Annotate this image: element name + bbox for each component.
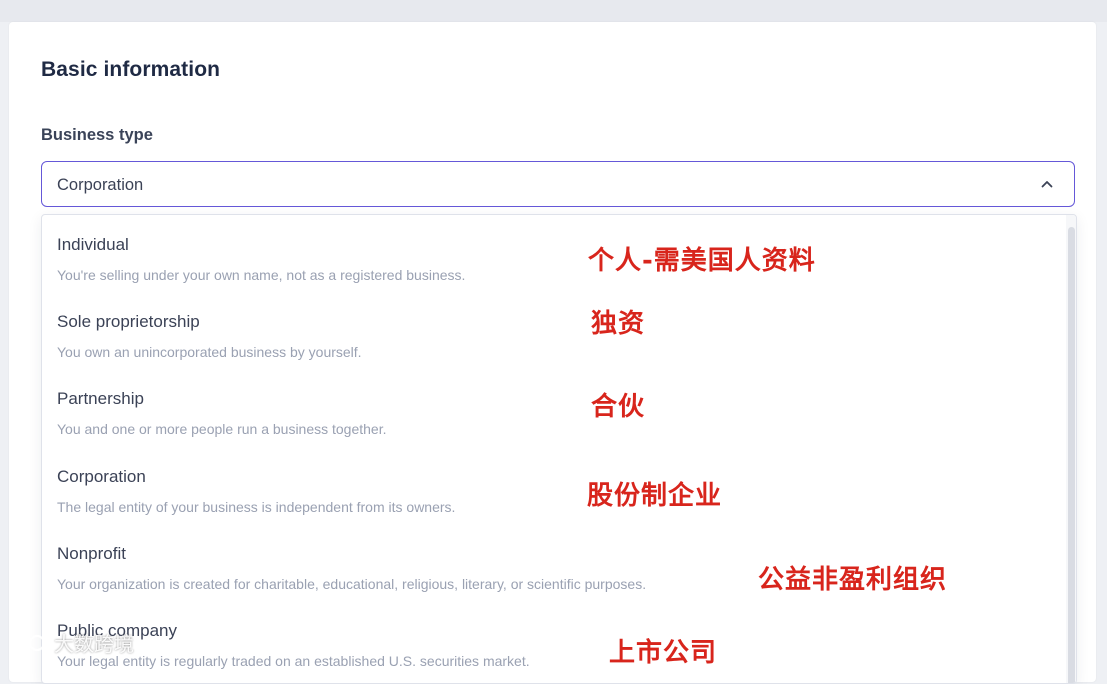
- section-title: Basic information: [41, 58, 221, 81]
- business-type-dropdown: Individual You're selling under your own…: [41, 214, 1077, 684]
- option-description: You own an unincorporated business by yo…: [57, 344, 362, 360]
- option-partnership[interactable]: Partnership You and one or more people r…: [42, 377, 1062, 454]
- option-description: Your organization is created for charita…: [57, 576, 647, 592]
- option-description: The legal entity of your business is ind…: [57, 499, 456, 515]
- option-description: You and one or more people run a busines…: [57, 421, 387, 437]
- annotation-sole-proprietorship: 独资: [591, 309, 646, 339]
- annotation-corporation: 股份制企业: [587, 481, 723, 511]
- watermark-text: 大数跨境: [54, 632, 134, 656]
- option-title: Individual: [57, 235, 129, 254]
- option-description: You're selling under your own name, not …: [57, 267, 466, 283]
- annotation-public-company: 上市公司: [609, 638, 718, 668]
- selected-business-type: Corporation: [57, 176, 144, 194]
- business-type-label: Business type: [41, 126, 153, 144]
- option-title: Partnership: [57, 389, 144, 408]
- watermark-logo-icon: [9, 634, 46, 651]
- option-public-company[interactable]: Public company Your legal entity is regu…: [42, 609, 1062, 683]
- option-corporation[interactable]: Corporation The legal entity of your bus…: [42, 455, 1062, 532]
- option-title: Corporation: [57, 467, 146, 486]
- annotation-nonprofit: 公益非盈利组织: [758, 565, 948, 595]
- option-individual[interactable]: Individual You're selling under your own…: [42, 223, 1062, 300]
- annotation-partnership: 合伙: [591, 392, 646, 422]
- annotation-individual: 个人-需美国人资料: [588, 246, 816, 276]
- chevron-up-icon: [1041, 181, 1053, 188]
- option-title: Nonprofit: [57, 544, 126, 563]
- business-type-select[interactable]: Corporation: [41, 161, 1075, 207]
- watermark: 大数跨境: [6, 628, 134, 657]
- top-bar: [0, 0, 1107, 22]
- option-title: Sole proprietorship: [57, 312, 200, 331]
- dropdown-scrollbar[interactable]: [1066, 215, 1076, 683]
- scrollbar-thumb[interactable]: [1068, 227, 1075, 683]
- option-sole-proprietorship[interactable]: Sole proprietorship You own an unincorpo…: [42, 300, 1062, 377]
